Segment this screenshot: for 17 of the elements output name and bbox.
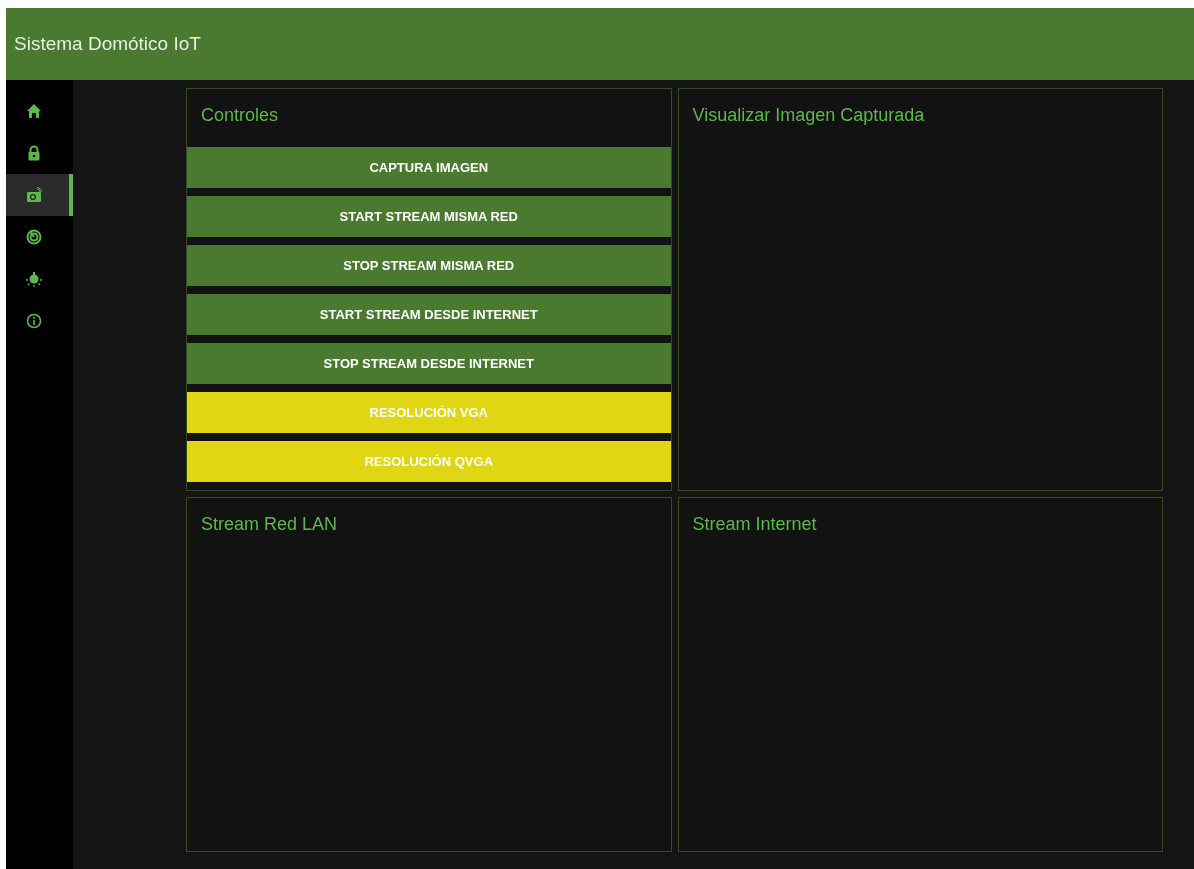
app-title: Sistema Domótico IoT bbox=[14, 31, 201, 56]
sidebar-item[interactable] bbox=[6, 174, 73, 216]
camera-icon bbox=[26, 187, 42, 203]
panel-title: Visualizar Imagen Capturada bbox=[691, 104, 926, 127]
bulb-icon bbox=[26, 271, 42, 287]
info-icon bbox=[26, 313, 42, 329]
action-button[interactable]: START STREAM DESDE INTERNET bbox=[187, 293, 671, 335]
panel-title: Stream Red LAN bbox=[200, 513, 339, 536]
radar-icon bbox=[26, 229, 42, 245]
panel-title: Stream Internet bbox=[691, 513, 818, 536]
home-icon bbox=[26, 103, 42, 119]
action-button[interactable]: CAPTURA IMAGEN bbox=[187, 146, 671, 188]
action-button[interactable]: STOP STREAM DESDE INTERNET bbox=[187, 343, 671, 384]
action-button[interactable]: STOP STREAM MISMA RED bbox=[187, 244, 671, 286]
panel-title: Controles bbox=[200, 104, 280, 127]
action-button[interactable]: START STREAM MISMA RED bbox=[187, 195, 671, 237]
lock-icon bbox=[26, 145, 42, 161]
